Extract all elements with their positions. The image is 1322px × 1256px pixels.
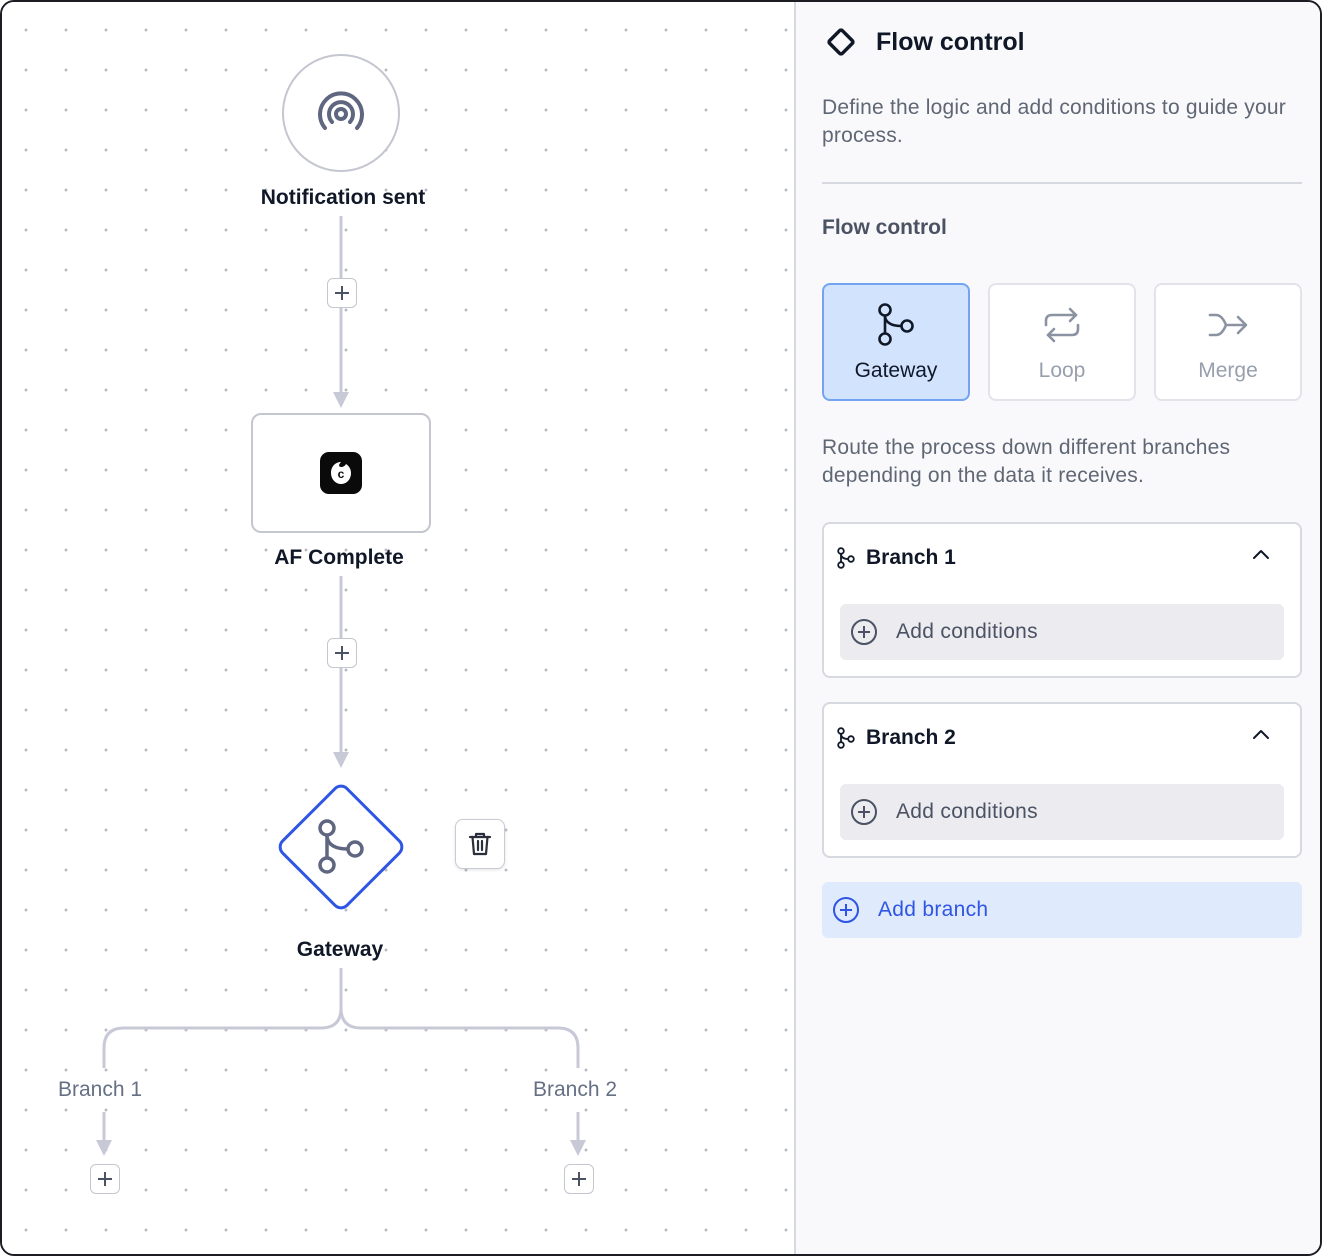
route-description: Route the process down different branche…	[822, 436, 1231, 487]
type-card-label: Loop	[1038, 359, 1086, 382]
trash-icon	[468, 832, 492, 856]
app-step-node[interactable]: c	[251, 413, 431, 533]
divider	[822, 182, 1302, 184]
plus-circle-icon	[851, 799, 877, 825]
branch-icon	[878, 303, 914, 346]
add-conditions-label: Add conditions	[896, 800, 1038, 823]
branch-card-title: Branch 2	[866, 726, 956, 749]
branch-icon	[318, 819, 364, 874]
add-step-button[interactable]	[327, 278, 357, 308]
section-title: Flow control	[822, 216, 947, 239]
plus-icon	[572, 1172, 586, 1186]
type-card-label: Gateway	[854, 359, 938, 382]
type-card-gateway[interactable]: Gateway	[822, 283, 970, 401]
type-card-loop[interactable]: Loop	[988, 283, 1136, 401]
branch-label: Branch 1	[57, 1078, 143, 1101]
gateway-node-label: Gateway	[296, 938, 384, 961]
panel-header: Flow control	[824, 24, 1025, 60]
plus-icon	[335, 646, 349, 660]
add-conditions-button[interactable]: Add conditions	[840, 604, 1284, 660]
trigger-node[interactable]	[282, 54, 400, 172]
app-step-label: AF Complete	[274, 546, 404, 569]
panel-description: Define the logic and add conditions to g…	[822, 96, 1286, 147]
branch-icon	[837, 547, 855, 569]
branch-card-header[interactable]: Branch 2	[836, 722, 956, 754]
branch-icon	[837, 727, 855, 749]
add-step-button[interactable]	[564, 1164, 594, 1194]
app-window: Notification sent c AF Complete Gateway …	[0, 0, 1322, 1256]
app-logo-letter: c	[338, 467, 345, 481]
branch-label: Branch 2	[532, 1078, 618, 1101]
add-branch-button[interactable]: Add branch	[822, 882, 1302, 938]
plus-circle-icon	[833, 897, 859, 923]
chevron-up-icon[interactable]	[1252, 728, 1270, 740]
panel-title: Flow control	[876, 27, 1025, 56]
broadcast-icon	[318, 91, 364, 130]
chevron-up-icon[interactable]	[1252, 548, 1270, 560]
plus-circle-icon	[851, 619, 877, 645]
plus-icon	[98, 1172, 112, 1186]
add-branch-label: Add branch	[878, 898, 989, 921]
branch-card: Branch 1 Add conditions	[822, 522, 1302, 678]
plus-icon	[335, 286, 349, 300]
branch-card: Branch 2 Add conditions	[822, 702, 1302, 858]
flow-canvas[interactable]: Notification sent c AF Complete Gateway …	[2, 2, 794, 1254]
branch-card-header[interactable]: Branch 1	[836, 542, 956, 574]
delete-node-button[interactable]	[455, 819, 505, 869]
type-card-merge[interactable]: Merge	[1154, 283, 1302, 401]
branch-card-title: Branch 1	[866, 546, 956, 569]
merge-icon	[1208, 313, 1248, 337]
add-conditions-button[interactable]: Add conditions	[840, 784, 1284, 840]
add-step-button[interactable]	[327, 638, 357, 668]
loop-icon	[1044, 307, 1080, 343]
gateway-node[interactable]	[274, 780, 408, 914]
add-step-button[interactable]	[90, 1164, 120, 1194]
diamond-icon	[827, 28, 855, 56]
flow-control-panel: Flow control Define the logic and add co…	[794, 2, 1320, 1254]
type-card-label: Merge	[1198, 359, 1258, 382]
trigger-node-label: Notification sent	[260, 186, 426, 209]
app-logo-icon: c	[320, 452, 362, 494]
add-conditions-label: Add conditions	[896, 620, 1038, 643]
